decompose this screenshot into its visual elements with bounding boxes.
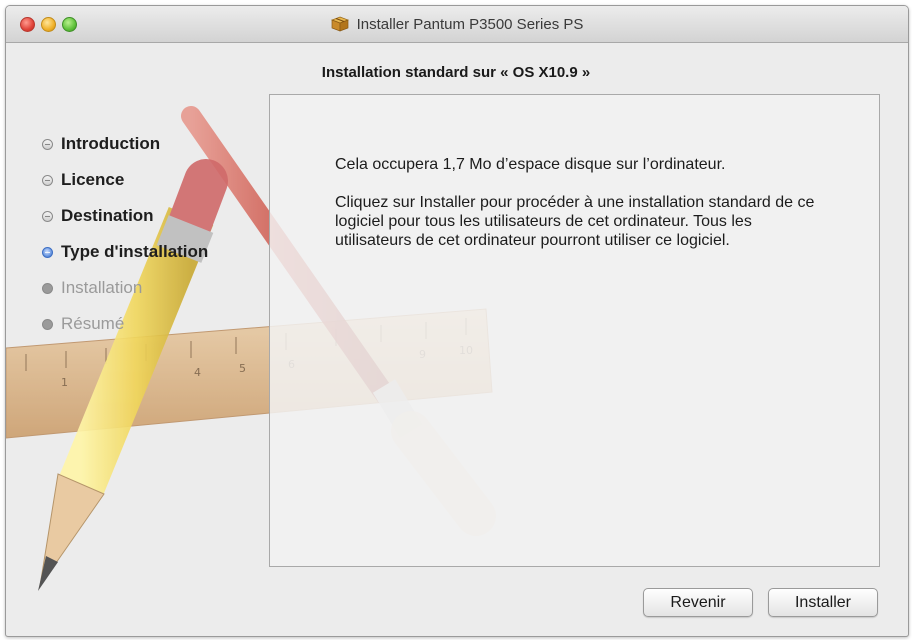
- step-done-icon: [42, 210, 53, 222]
- sidebar-step-installation: Installation: [42, 270, 272, 306]
- sidebar-step-summary: Résumé: [42, 306, 272, 342]
- step-current-icon: [42, 246, 53, 258]
- step-done-icon: [42, 174, 53, 186]
- ruler-tick-label: 4: [194, 366, 201, 379]
- title-bar[interactable]: Installer Pantum P3500 Series PS: [6, 6, 908, 43]
- step-sidebar: Introduction Licence Destination Type d'…: [42, 126, 272, 342]
- sidebar-step-licence: Licence: [42, 162, 272, 198]
- step-label: Installation: [61, 278, 143, 297]
- step-pending-icon: [42, 282, 53, 294]
- sidebar-step-installation-type: Type d'installation: [42, 234, 272, 270]
- ruler-tick-label: 1: [61, 376, 68, 389]
- step-label: Introduction: [61, 134, 161, 153]
- sidebar-step-introduction: Introduction: [42, 126, 272, 162]
- back-button[interactable]: Revenir: [643, 588, 753, 617]
- install-button[interactable]: Installer: [768, 588, 878, 617]
- panel-text: Cela occupera 1,7 Mo d’espace disque sur…: [335, 155, 825, 269]
- window-title: Installer Pantum P3500 Series PS: [356, 15, 584, 33]
- step-label: Licence: [61, 170, 125, 189]
- installer-window: Installer Pantum P3500 Series PS Install…: [5, 5, 909, 637]
- disk-space-text: Cela occupera 1,7 Mo d’espace disque sur…: [335, 156, 726, 173]
- title-group: Installer Pantum P3500 Series PS: [6, 6, 908, 42]
- step-label: Destination: [61, 206, 154, 225]
- page-heading: Installation standard sur « OS X10.9 »: [321, 64, 591, 81]
- ruler-tick-label: 5: [239, 362, 246, 375]
- install-description-text: Cliquez sur Installer pour procéder à un…: [335, 194, 815, 249]
- step-label: Type d'installation: [61, 242, 209, 261]
- step-pending-icon: [42, 318, 53, 330]
- sidebar-step-destination: Destination: [42, 198, 272, 234]
- content-panel: Cela occupera 1,7 Mo d’espace disque sur…: [269, 94, 880, 567]
- step-label: Résumé: [61, 314, 125, 333]
- package-icon: [330, 16, 349, 32]
- step-done-icon: [42, 138, 53, 150]
